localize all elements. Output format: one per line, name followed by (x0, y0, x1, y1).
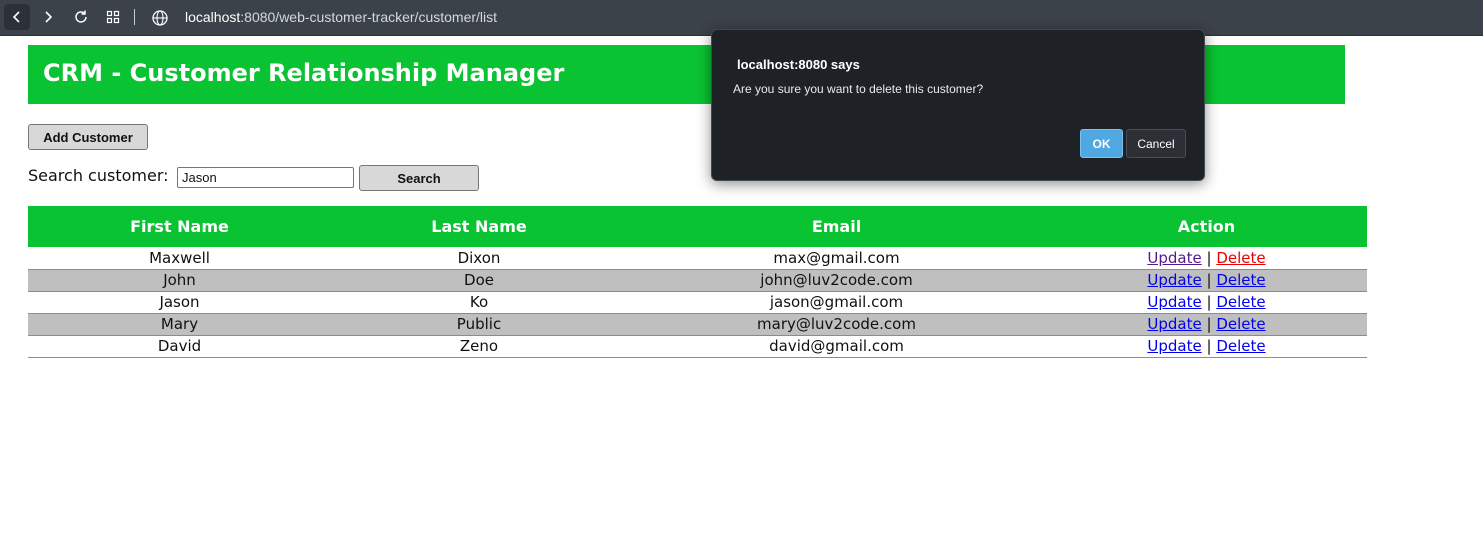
action-separator: | (1206, 315, 1212, 333)
table-header-row: First Name Last Name Email Action (28, 206, 1367, 247)
cell-last-name: Ko (331, 291, 627, 314)
update-link[interactable]: Update (1147, 271, 1201, 289)
add-customer-button[interactable]: Add Customer (28, 124, 148, 150)
reload-button[interactable] (68, 4, 94, 30)
cell-action: Update | Delete (1046, 269, 1367, 292)
header-email: Email (627, 206, 1046, 247)
search-input[interactable] (177, 167, 354, 188)
action-separator: | (1206, 248, 1212, 267)
address-bar[interactable]: localhost:8080/web-customer-tracker/cust… (185, 9, 497, 25)
cell-email: jason@gmail.com (627, 291, 1046, 314)
action-separator: | (1206, 337, 1212, 355)
cell-last-name: Dixon (331, 247, 627, 270)
action-separator: | (1206, 271, 1212, 289)
customer-table: First Name Last Name Email Action Maxwel… (28, 206, 1367, 358)
back-button[interactable] (4, 4, 30, 30)
dialog-cancel-button[interactable]: Cancel (1126, 129, 1186, 158)
confirm-dialog: localhost:8080 says Are you sure you wan… (711, 29, 1205, 181)
url-host: localhost (185, 9, 241, 25)
table-row: Mary Public mary@luv2code.com Update | D… (28, 313, 1367, 336)
dialog-message: Are you sure you want to delete this cus… (733, 82, 984, 96)
header-first-name: First Name (28, 206, 331, 247)
dialog-title: localhost:8080 says (737, 57, 860, 72)
delete-link[interactable]: Delete (1216, 315, 1265, 333)
toolbar-divider (134, 9, 135, 25)
update-link[interactable]: Update (1147, 337, 1201, 355)
action-separator: | (1206, 293, 1212, 311)
delete-link[interactable]: Delete (1216, 249, 1265, 267)
cell-action: Update | Delete (1046, 291, 1367, 314)
update-link[interactable]: Update (1147, 293, 1201, 311)
header-last-name: Last Name (331, 206, 627, 247)
tab-grid-icon (106, 10, 120, 24)
update-link[interactable]: Update (1147, 315, 1201, 333)
delete-link[interactable]: Delete (1216, 293, 1265, 311)
tab-grid-button[interactable] (100, 4, 126, 30)
cell-first-name: Maxwell (28, 247, 331, 270)
forward-icon (45, 11, 53, 23)
delete-link[interactable]: Delete (1216, 337, 1265, 355)
table-row: Jason Ko jason@gmail.com Update | Delete (28, 291, 1367, 314)
cell-action: Update | Delete (1046, 247, 1367, 270)
cell-email: david@gmail.com (627, 335, 1046, 358)
table-row: Maxwell Dixon max@gmail.com Update | Del… (28, 247, 1367, 270)
cell-last-name: Zeno (331, 335, 627, 358)
cell-email: max@gmail.com (627, 247, 1046, 270)
back-icon (12, 11, 20, 23)
cell-action: Update | Delete (1046, 335, 1367, 358)
cell-first-name: Jason (28, 291, 331, 314)
url-path: :8080/web-customer-tracker/customer/list (240, 9, 498, 25)
globe-icon (152, 10, 168, 26)
cell-last-name: Public (331, 313, 627, 336)
dialog-ok-button[interactable]: OK (1080, 129, 1123, 158)
cell-first-name: Mary (28, 313, 331, 336)
cell-last-name: Doe (331, 269, 627, 292)
cell-email: mary@luv2code.com (627, 313, 1046, 336)
forward-button[interactable] (35, 4, 61, 30)
cell-first-name: John (28, 269, 331, 292)
update-link[interactable]: Update (1147, 249, 1201, 267)
search-label: Search customer: (28, 166, 169, 185)
cell-first-name: David (28, 335, 331, 358)
page-title: CRM - Customer Relationship Manager (43, 59, 565, 87)
table-row: David Zeno david@gmail.com Update | Dele… (28, 335, 1367, 358)
reload-icon (75, 10, 87, 23)
cell-email: john@luv2code.com (627, 269, 1046, 292)
header-action: Action (1046, 206, 1367, 247)
table-row: John Doe john@luv2code.com Update | Dele… (28, 269, 1367, 292)
delete-link[interactable]: Delete (1216, 271, 1265, 289)
search-button[interactable]: Search (359, 165, 479, 191)
cell-action: Update | Delete (1046, 313, 1367, 336)
